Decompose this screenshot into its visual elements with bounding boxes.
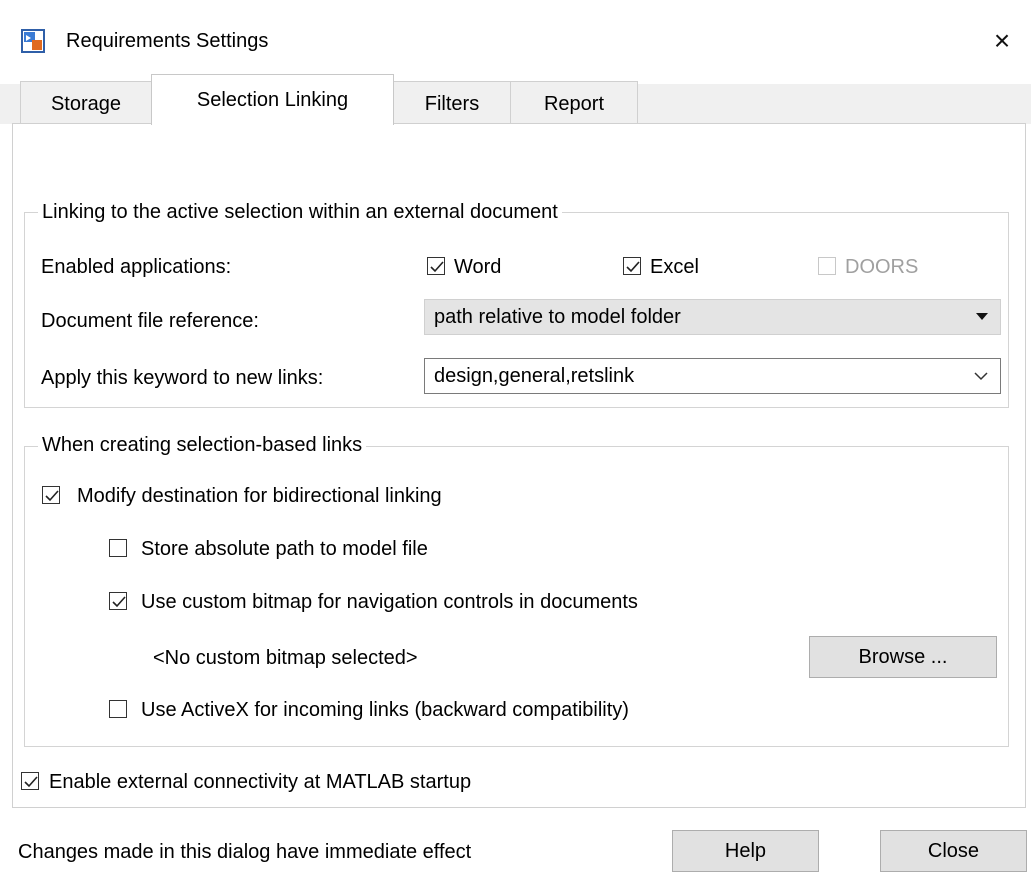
document-file-reference-select[interactable]: path relative to model folder bbox=[424, 299, 1001, 335]
tab-storage[interactable]: Storage bbox=[20, 81, 152, 123]
absolute-path-label: Store absolute path to model file bbox=[141, 538, 428, 560]
document-file-reference-value: path relative to model folder bbox=[434, 306, 681, 328]
tab-filters[interactable]: Filters bbox=[393, 81, 511, 123]
browse-button[interactable]: Browse ... bbox=[809, 636, 997, 678]
absolute-path-checkbox[interactable] bbox=[109, 539, 127, 557]
selection-based-links-legend: When creating selection-based links bbox=[38, 432, 367, 458]
close-icon[interactable]: × bbox=[983, 22, 1021, 60]
word-checkbox[interactable] bbox=[427, 257, 445, 275]
word-label: Word bbox=[454, 256, 502, 278]
external-connectivity-label: Enable external connectivity at MATLAB s… bbox=[49, 771, 472, 793]
custom-bitmap-checkbox[interactable] bbox=[109, 592, 127, 610]
close-button[interactable]: Close bbox=[880, 830, 1027, 872]
help-button[interactable]: Help bbox=[672, 830, 819, 872]
status-message: Changes made in this dialog have immedia… bbox=[18, 841, 472, 863]
document-file-reference-label: Document file reference: bbox=[41, 310, 259, 332]
keyword-value: design,general,retslink bbox=[434, 365, 635, 387]
tab-report[interactable]: Report bbox=[510, 81, 638, 123]
modify-destination-label: Modify destination for bidirectional lin… bbox=[77, 485, 442, 507]
enabled-applications-label: Enabled applications: bbox=[41, 256, 232, 278]
tab-selection-linking[interactable]: Selection Linking bbox=[151, 74, 394, 125]
excel-checkbox[interactable] bbox=[623, 257, 641, 275]
keyword-label: Apply this keyword to new links: bbox=[41, 367, 324, 389]
bitmap-status-text: <No custom bitmap selected> bbox=[153, 647, 418, 669]
excel-label: Excel bbox=[650, 256, 699, 278]
modify-destination-checkbox[interactable] bbox=[42, 486, 60, 504]
app-icon bbox=[21, 29, 45, 53]
external-document-group-legend: Linking to the active selection within a… bbox=[38, 199, 562, 225]
keyword-combo[interactable]: design,general,retslink bbox=[424, 358, 1001, 394]
doors-label: DOORS bbox=[845, 256, 919, 278]
custom-bitmap-label: Use custom bitmap for navigation control… bbox=[141, 591, 638, 613]
doors-checkbox[interactable] bbox=[818, 257, 836, 275]
external-connectivity-checkbox[interactable] bbox=[21, 772, 39, 790]
chevron-down-icon bbox=[974, 372, 988, 381]
activex-checkbox[interactable] bbox=[109, 700, 127, 718]
window-title: Requirements Settings bbox=[66, 30, 269, 52]
dropdown-arrow-icon bbox=[976, 313, 988, 320]
activex-label: Use ActiveX for incoming links (backward… bbox=[141, 699, 629, 721]
